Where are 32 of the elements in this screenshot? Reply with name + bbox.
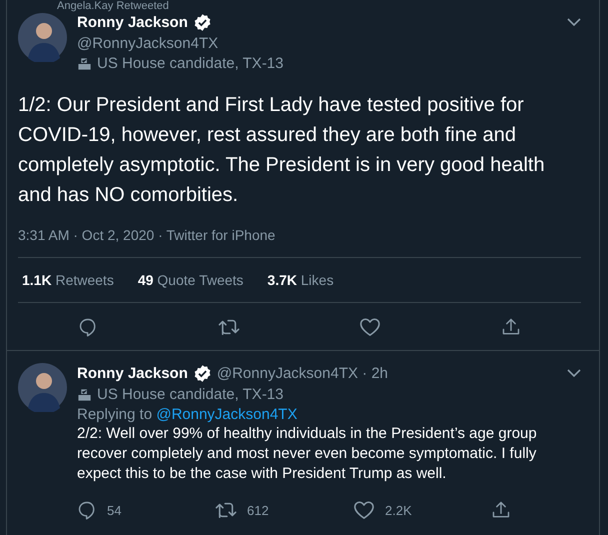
author-handle[interactable]: @RonnyJackson4TX	[77, 35, 581, 52]
avatar-icon[interactable]	[18, 363, 67, 412]
stat-link[interactable]: 1.1K Retweets	[22, 272, 114, 288]
author-name[interactable]: Ronny Jackson	[77, 14, 188, 31]
retweet-icon[interactable]	[218, 317, 240, 337]
ballot-box-icon	[77, 387, 92, 402]
retweet-notice[interactable]: Angela.Kay Retweeted	[7, 0, 599, 13]
retweet-icon[interactable]	[215, 500, 237, 520]
tweet-text: 2/2: Well over 99% of healthy individuals in the President’s age group recover completely and most never even become symptomatic. I fully expect this to be the case with President Trump as well.	[77, 424, 538, 484]
account-label: US House candidate, TX-13	[97, 386, 284, 403]
reply-icon[interactable]	[78, 317, 98, 337]
stat-link[interactable]: 49 Quote Tweets	[138, 272, 244, 288]
author-name[interactable]: Ronny Jackson	[77, 365, 188, 382]
account-label: US House candidate, TX-13	[97, 55, 284, 72]
stat-link[interactable]: 3.7K Likes	[267, 272, 334, 288]
caret-icon[interactable]	[567, 369, 581, 378]
heart-icon[interactable]	[353, 500, 375, 520]
heart-icon[interactable]	[359, 317, 382, 337]
share-icon[interactable]	[501, 317, 522, 337]
like-count: 2.2K	[385, 502, 412, 518]
avatar-icon[interactable]	[18, 13, 67, 62]
author-handle[interactable]: @RonnyJackson4TX · 2h	[216, 365, 388, 382]
tweet-text: 1/2: Our President and First Lady have tested positive for COVID-19, however, rest assured they are both fine and completely asymptotic. The President is in very good health and has NO comorbities.	[18, 93, 546, 208]
ballot-box-icon	[77, 56, 92, 71]
mention-link[interactable]: @RonnyJackson4TX	[156, 406, 298, 423]
reply-count: 54	[107, 502, 122, 518]
share-icon[interactable]	[491, 500, 511, 520]
replying-to-text: Replying to @RonnyJackson4TX	[77, 406, 298, 423]
retweet-count: 612	[247, 502, 269, 518]
reply-icon[interactable]	[77, 500, 97, 520]
tweet-timestamp[interactable]: 3:31 AM · Oct 2, 2020 · Twitter for iPhone	[18, 227, 276, 243]
caret-icon[interactable]	[567, 18, 581, 27]
